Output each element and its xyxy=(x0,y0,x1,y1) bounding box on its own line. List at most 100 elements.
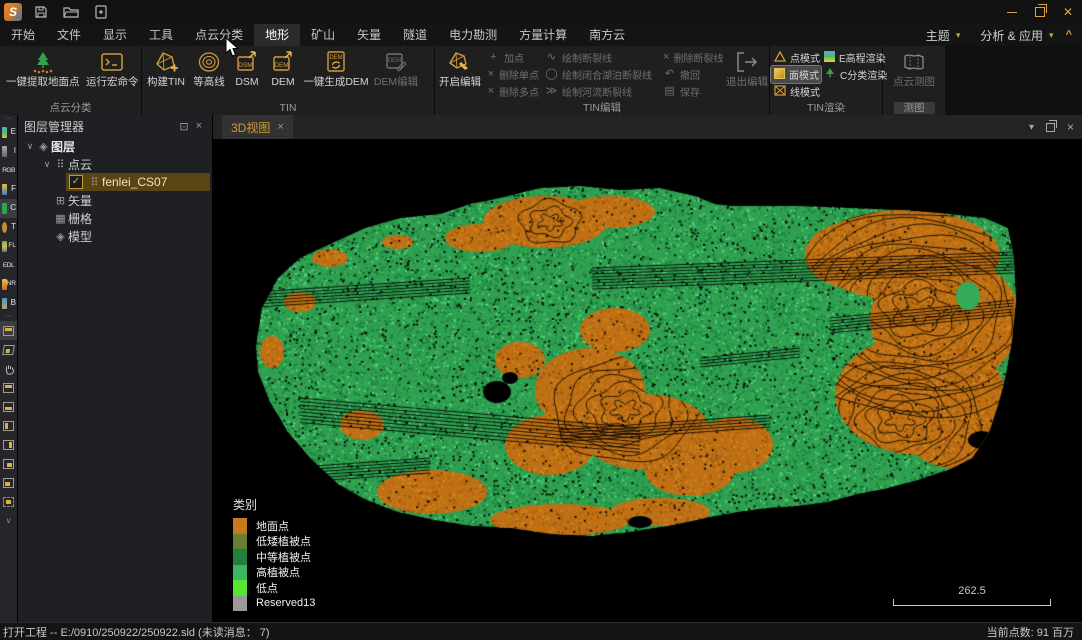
legend-swatch xyxy=(233,549,247,565)
close-panel-icon[interactable]: × xyxy=(192,120,206,132)
close-view-icon[interactable]: × xyxy=(1067,120,1074,134)
view-axonometric-button[interactable] xyxy=(0,340,17,359)
undo-button[interactable]: ↶ 撤回 xyxy=(660,66,726,83)
minimize-button[interactable] xyxy=(998,0,1026,24)
open-project-button[interactable] xyxy=(60,3,82,21)
render-rgb-button[interactable]: RGB xyxy=(0,161,17,180)
dem-icon: DEM xyxy=(270,48,296,76)
legend-row: 低矮植被点 xyxy=(233,534,315,550)
mouse-cursor xyxy=(225,37,239,62)
collapse-ribbon-button[interactable]: ^ xyxy=(1066,29,1072,41)
point-mode-button[interactable]: 点模式 xyxy=(771,49,821,66)
tree-node-pointcloud[interactable]: ∨ ⠿ 点云 xyxy=(18,155,212,173)
render-f-button[interactable]: F xyxy=(0,180,17,199)
tree-node-raster[interactable]: ▦ 栅格 xyxy=(18,209,212,227)
pointcloud-mapping-button[interactable]: 点云测图 xyxy=(886,47,942,89)
tab-file[interactable]: 文件 xyxy=(46,24,92,46)
extract-ground-button[interactable]: 一键提取地面点 xyxy=(1,47,84,89)
raster-icon: ▦ xyxy=(53,212,68,225)
tab-start[interactable]: 开始 xyxy=(0,24,46,46)
generate-dem-button[interactable]: DEM 一键生成DEM xyxy=(301,47,371,89)
exit-edit-button[interactable]: 退出编辑 xyxy=(726,47,768,89)
scale-bar-line xyxy=(893,599,1051,606)
tree-node-model[interactable]: ◈ 模型 xyxy=(18,227,212,245)
face-mode-button[interactable]: 面模式 xyxy=(771,66,821,83)
build-tin-button[interactable]: 构建TIN xyxy=(143,47,189,89)
render-edl-button[interactable]: EDL xyxy=(0,256,17,275)
delete-point-button[interactable]: × 删除单点 xyxy=(484,66,542,83)
dem-edit-label: DEM编辑 xyxy=(374,76,418,89)
status-point-count: 当前点数: 91 百万 xyxy=(987,624,1074,640)
chevron-down-icon[interactable]: ∨ xyxy=(24,141,36,152)
point-cloud-render[interactable] xyxy=(213,139,1082,622)
run-macro-label: 运行宏命令 xyxy=(86,76,139,89)
tab-power-survey[interactable]: 电力勘测 xyxy=(438,24,508,46)
tree-node-layers[interactable]: ∨ ◈ 图层 xyxy=(18,137,212,155)
tab-vector[interactable]: 矢量 xyxy=(346,24,392,46)
layer-visibility-checkbox[interactable]: ✓ xyxy=(69,175,83,189)
window-controls: ✕ xyxy=(998,0,1082,24)
delete-breakline-button[interactable]: × 删除断裂线 xyxy=(660,49,726,66)
line-mode-button[interactable]: 线模式 xyxy=(771,83,821,100)
tab-terrain[interactable]: 地形 xyxy=(254,24,300,46)
save-edit-button[interactable]: ▤ 保存 xyxy=(660,83,726,100)
contour-button[interactable]: 等高线 xyxy=(189,47,229,89)
draw-lake-breakline-button[interactable]: ◯ 绘制闭合湖泊断裂线 xyxy=(542,66,660,83)
tab-list-dropdown-icon[interactable]: ▾ xyxy=(1029,122,1034,133)
tab-3d-view[interactable]: 3D视图 × xyxy=(222,115,293,139)
view-back-button[interactable] xyxy=(0,473,17,492)
render-intensity-button[interactable]: I xyxy=(0,142,17,161)
model-label: 模型 xyxy=(68,228,92,245)
float-window-icon[interactable] xyxy=(1046,123,1055,132)
tab-tools[interactable]: 工具 xyxy=(138,24,184,46)
add-point-button[interactable]: + 加点 xyxy=(484,49,542,66)
delete-points-icon: × xyxy=(487,86,495,97)
save-edit-icon: ▤ xyxy=(663,86,676,97)
render-classification-button[interactable]: C xyxy=(0,199,17,218)
ribbon: 一键提取地面点 运行宏命令 点云分类 构建TIN xyxy=(0,46,945,115)
view-front-button[interactable] xyxy=(0,454,17,473)
exit-edit-label: 退出编辑 xyxy=(726,76,768,89)
ground-tree-icon xyxy=(30,48,56,76)
render-elevation-button[interactable]: E xyxy=(0,123,17,142)
draw-breakline-button[interactable]: ∿ 绘制断裂线 xyxy=(542,49,660,66)
class-render-button[interactable]: C分类渲染 xyxy=(821,66,883,83)
start-edit-button[interactable]: 开启编辑 xyxy=(436,47,484,89)
restore-button[interactable] xyxy=(1026,0,1054,24)
sidebar-more-chevron[interactable]: ∨ xyxy=(0,511,17,530)
tab-south-cloud[interactable]: 南方云 xyxy=(578,24,636,46)
tab-close-icon[interactable]: × xyxy=(277,121,283,133)
tab-display[interactable]: 显示 xyxy=(92,24,138,46)
view-left-button[interactable] xyxy=(0,416,17,435)
tab-mine[interactable]: 矿山 xyxy=(300,24,346,46)
render-b-button[interactable]: B xyxy=(0,294,17,313)
render-time-button[interactable]: T xyxy=(0,218,17,237)
view-isometric-button[interactable] xyxy=(0,321,17,340)
tab-volume-calc[interactable]: 方量计算 xyxy=(508,24,578,46)
new-project-button[interactable] xyxy=(90,3,112,21)
elevation-render-button[interactable]: E高程渲染 xyxy=(821,49,883,66)
dem-button[interactable]: DEM DEM xyxy=(265,47,301,89)
view-right-button[interactable] xyxy=(0,435,17,454)
chevron-down-icon[interactable]: ∨ xyxy=(41,159,53,170)
delete-points-button[interactable]: × 删除多点 xyxy=(484,83,542,100)
tree-node-pointcloud-item[interactable]: ✓ ⠿ fenlei_CS07 xyxy=(18,173,212,191)
run-macro-button[interactable]: 运行宏命令 xyxy=(84,47,140,89)
save-button[interactable] xyxy=(30,3,52,21)
dem-edit-button[interactable]: DEM DEM编辑 xyxy=(371,47,421,89)
hand-icon xyxy=(3,363,15,375)
draw-river-breakline-button[interactable]: ≫ 绘制河流断裂线 xyxy=(542,83,660,100)
zoom-extent-button[interactable] xyxy=(0,492,17,511)
render-nr-button[interactable]: NR xyxy=(0,275,17,294)
pin-panel-icon[interactable]: ⊡ xyxy=(176,120,192,133)
tab-pointcloud-classify[interactable]: 点云分类 xyxy=(184,24,254,46)
view-top-button[interactable] xyxy=(0,378,17,397)
tree-node-vector[interactable]: ⊞ 矢量 xyxy=(18,191,212,209)
analysis-menu[interactable]: 分析 & 应用 xyxy=(980,27,1043,44)
close-button[interactable]: ✕ xyxy=(1054,0,1082,24)
view-bottom-button[interactable] xyxy=(0,397,17,416)
render-fl-button[interactable]: FL xyxy=(0,237,17,256)
theme-menu[interactable]: 主题 xyxy=(926,27,950,44)
tab-tunnel[interactable]: 隧道 xyxy=(392,24,438,46)
pan-tool-button[interactable] xyxy=(0,359,17,378)
